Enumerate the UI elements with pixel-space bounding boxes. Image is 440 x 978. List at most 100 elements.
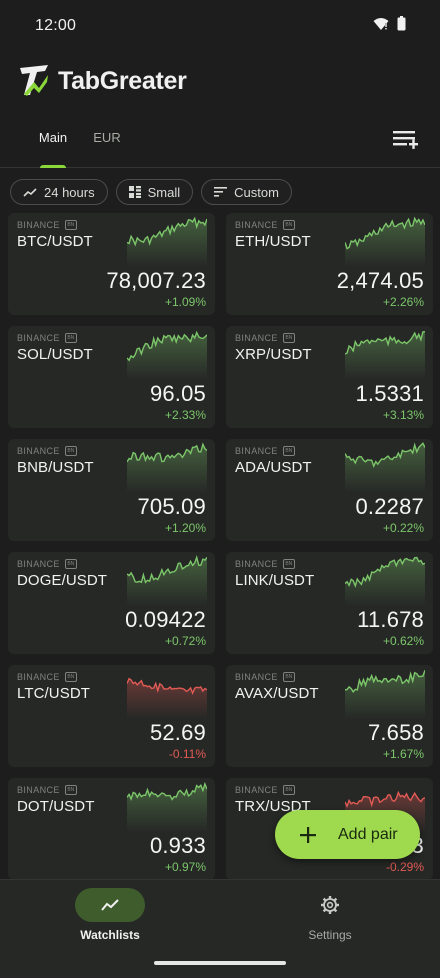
nav-watchlists[interactable]: Watchlists xyxy=(45,888,175,944)
tab-eur-label: EUR xyxy=(93,130,121,145)
sparkline-area xyxy=(127,444,207,493)
edit-watchlists-button[interactable] xyxy=(390,126,420,154)
app-header: TabGreater xyxy=(18,60,187,102)
exchange-label: BINANCE BN xyxy=(235,333,295,343)
exchange-label: BINANCE BN xyxy=(235,559,295,569)
exchange-badge: BN xyxy=(282,333,295,343)
exchange-label: BINANCE BN xyxy=(235,672,295,682)
pair-symbol: LINK/USDT xyxy=(235,572,315,589)
pair-grid: BINANCE BN BTC/USDT 78,007.23 +1.09% BINANCE B… xyxy=(8,213,434,880)
pair-price: 11.678 xyxy=(357,607,424,632)
exchange-badge: BN xyxy=(282,785,295,795)
pair-symbol: LTC/USDT xyxy=(17,685,91,702)
home-indicator[interactable] xyxy=(154,961,286,965)
sparkline-chart xyxy=(127,216,207,267)
pair-card[interactable]: BINANCE BN LTC/USDT 52.69 -0.11% xyxy=(8,665,215,767)
pair-price: 0.09422 xyxy=(125,607,206,632)
nav-settings[interactable]: Settings xyxy=(265,888,395,944)
pair-card[interactable]: BINANCE BN SOL/USDT 96.05 +2.33% xyxy=(8,326,215,428)
pair-change: +0.22% xyxy=(382,521,424,535)
pair-card[interactable]: BINANCE BN XRP/USDT 1.5331 +3.13% xyxy=(226,326,433,428)
pair-price: 1.5331 xyxy=(355,381,424,406)
exchange-name: BINANCE xyxy=(17,785,60,795)
nav-watchlists-pill xyxy=(75,888,145,922)
pair-card[interactable]: BINANCE BN DOGE/USDT 0.09422 +0.72% xyxy=(8,552,215,654)
pair-price: 96.05 xyxy=(149,381,206,406)
sparkline-chart xyxy=(127,555,207,606)
pair-symbol: ADA/USDT xyxy=(235,459,312,476)
exchange-name: BINANCE xyxy=(235,333,278,343)
pair-card[interactable]: BINANCE BN DOT/USDT 0.933 +0.97% xyxy=(8,778,215,880)
exchange-label: BINANCE BN xyxy=(17,446,77,456)
add-pair-label: Add pair xyxy=(338,825,398,843)
exchange-badge: BN xyxy=(282,446,295,456)
pair-change: +1.20% xyxy=(164,521,206,535)
exchange-badge: BN xyxy=(282,220,295,230)
pair-card[interactable]: BINANCE BN AVAX/USDT 7.658 +1.67% xyxy=(226,665,433,767)
exchange-name: BINANCE xyxy=(17,559,60,569)
exchange-badge: BN xyxy=(282,559,295,569)
size-chip-label: Small xyxy=(147,184,181,200)
exchange-label: BINANCE BN xyxy=(17,333,77,343)
sparkline-chart xyxy=(345,216,425,267)
exchange-name: BINANCE xyxy=(17,446,60,456)
pair-symbol: BTC/USDT xyxy=(17,233,93,250)
exchange-badge: BN xyxy=(64,559,77,569)
app-brand-name: TabGreater xyxy=(58,66,187,95)
timeframe-chip[interactable]: 24 hours xyxy=(10,179,108,205)
exchange-badge: BN xyxy=(64,446,77,456)
exchange-badge: BN xyxy=(64,333,77,343)
tab-main-label: Main xyxy=(38,130,68,145)
pair-card[interactable]: BINANCE BN BNB/USDT 705.09 +1.20% xyxy=(8,439,215,541)
sparkline-chart xyxy=(345,442,425,493)
pair-change: +1.09% xyxy=(164,295,206,309)
size-chip[interactable]: Small xyxy=(115,179,194,205)
gear-icon xyxy=(321,896,339,914)
pair-symbol: DOGE/USDT xyxy=(17,572,108,589)
exchange-label: BINANCE BN xyxy=(17,220,77,230)
timeframe-chip-label: 24 hours xyxy=(44,184,95,200)
watchlist-tabs: Main EUR xyxy=(0,112,440,168)
pair-change: -0.11% xyxy=(168,747,206,761)
playlist-add-icon xyxy=(393,131,418,149)
pair-card[interactable]: BINANCE BN ETH/USDT 2,474.05 +2.26% xyxy=(226,213,433,315)
sparkline-chart xyxy=(345,556,425,606)
exchange-name: BINANCE xyxy=(235,785,278,795)
pair-symbol: XRP/USDT xyxy=(235,346,312,363)
pair-change: +0.97% xyxy=(164,860,206,874)
exchange-name: BINANCE xyxy=(17,333,60,343)
sort-chip-label: Custom xyxy=(234,184,279,200)
add-pair-button[interactable]: Add pair xyxy=(275,810,420,859)
exchange-label: BINANCE BN xyxy=(235,446,295,456)
pair-card[interactable]: BINANCE BN ADA/USDT 0.2287 +0.22% xyxy=(226,439,433,541)
sparkline-area xyxy=(127,678,207,719)
pair-symbol: DOT/USDT xyxy=(17,798,95,815)
exchange-name: BINANCE xyxy=(235,220,278,230)
active-tab-indicator xyxy=(40,165,66,168)
nav-settings-label: Settings xyxy=(308,928,352,942)
pair-change: +0.62% xyxy=(382,634,424,648)
trend-icon xyxy=(23,188,37,197)
pair-change: +3.13% xyxy=(382,408,424,422)
exchange-label: BINANCE BN xyxy=(235,785,295,795)
pair-change: +1.67% xyxy=(382,747,424,761)
sort-chip[interactable]: Custom xyxy=(201,179,292,205)
tab-main[interactable]: Main xyxy=(26,124,80,168)
plus-icon xyxy=(300,826,316,843)
exchange-label: BINANCE BN xyxy=(17,559,77,569)
sparkline-chart xyxy=(345,331,425,380)
nav-settings-pill xyxy=(295,888,365,922)
pair-change: +2.26% xyxy=(382,295,424,309)
exchange-name: BINANCE xyxy=(17,220,60,230)
pair-symbol: AVAX/USDT xyxy=(235,685,319,702)
tab-eur[interactable]: EUR xyxy=(88,124,126,168)
pair-price: 705.09 xyxy=(137,494,206,519)
pair-change: +0.72% xyxy=(164,634,206,648)
exchange-badge: BN xyxy=(64,785,77,795)
pair-price: 2,474.05 xyxy=(336,268,424,293)
pair-card[interactable]: BINANCE BN LINK/USDT 11.678 +0.62% xyxy=(226,552,433,654)
sparkline-chart xyxy=(127,330,207,380)
status-icons xyxy=(373,16,406,36)
pair-card[interactable]: BINANCE BN BTC/USDT 78,007.23 +1.09% xyxy=(8,213,215,315)
sparkline-chart xyxy=(127,677,207,719)
